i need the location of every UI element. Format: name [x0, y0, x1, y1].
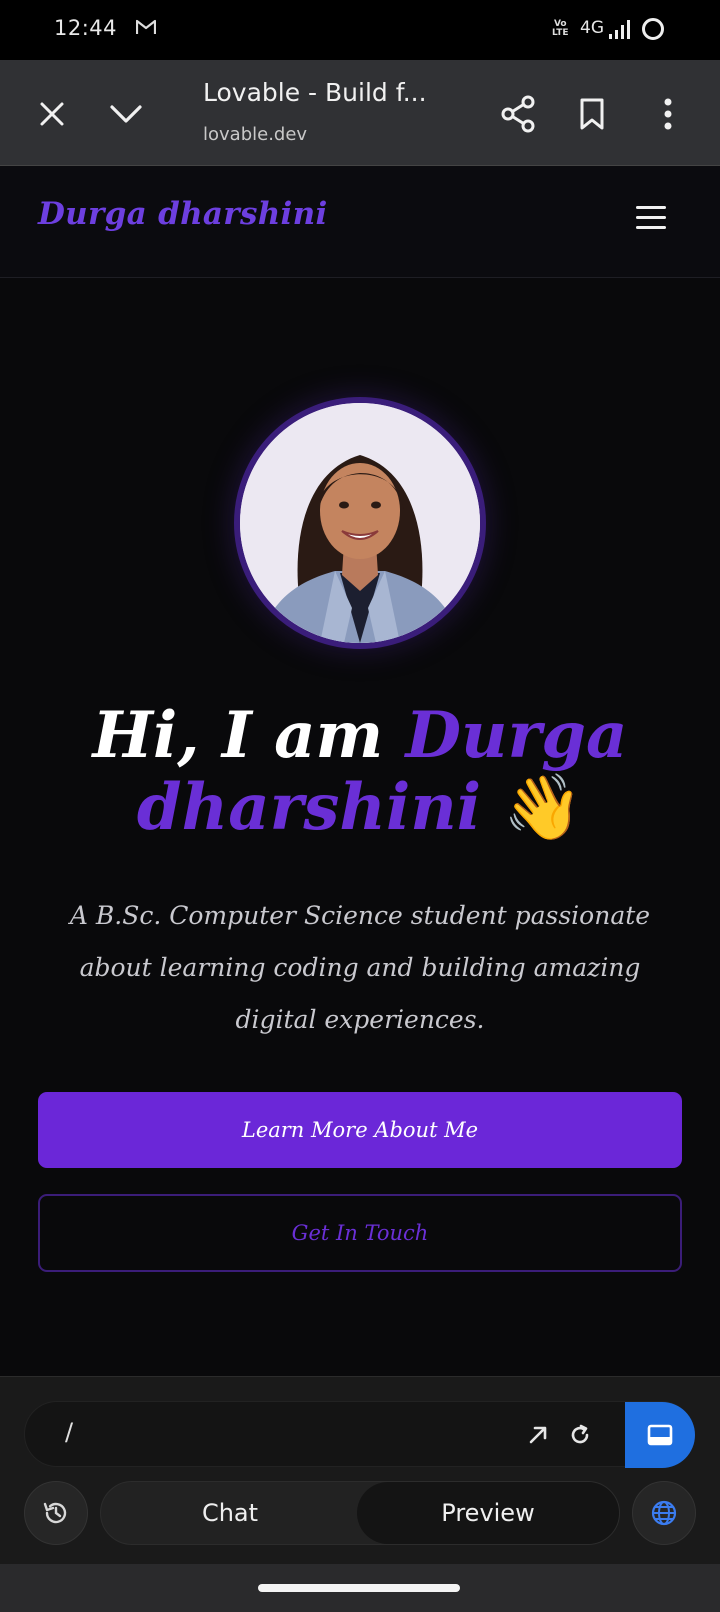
waving-hand-emoji: 👋 — [503, 770, 584, 845]
refresh-icon[interactable] — [565, 1420, 595, 1450]
path-text: / — [65, 1418, 74, 1446]
page-url: lovable.dev — [203, 124, 308, 145]
hero-description: A B.Sc. Computer Science student passion… — [69, 901, 651, 1034]
device-view-toggle[interactable] — [625, 1402, 695, 1468]
device-icon — [647, 1424, 673, 1446]
tab-preview[interactable]: Preview — [357, 1482, 619, 1544]
bookmark-icon[interactable] — [572, 94, 612, 134]
hero-heading: Hi, I am Durga dharshini 👋 — [0, 700, 720, 844]
path-input[interactable]: / — [24, 1401, 695, 1468]
open-external-icon[interactable] — [523, 1420, 553, 1450]
history-icon — [43, 1502, 67, 1524]
close-icon[interactable] — [32, 94, 72, 134]
history-button[interactable] — [24, 1481, 88, 1545]
share-icon[interactable] — [498, 94, 538, 134]
more-vert-icon[interactable] — [648, 94, 688, 134]
battery-icon — [642, 18, 664, 40]
chevron-down-icon[interactable] — [106, 94, 146, 134]
profile-avatar — [234, 397, 486, 649]
status-time: 12:44 — [54, 16, 118, 40]
browser-toolbar: Lovable - Build f... lovable.dev — [0, 60, 720, 166]
publish-button[interactable] — [632, 1481, 696, 1545]
system-nav-bar — [0, 1564, 720, 1612]
site-brand[interactable]: Durga dharshini — [38, 196, 328, 232]
tab-chat[interactable]: Chat — [101, 1482, 359, 1544]
site-header: Durga dharshini — [0, 166, 720, 278]
status-bar: 12:44 Vo LTE 4G — [0, 0, 720, 60]
view-switcher: Chat Preview — [100, 1481, 620, 1545]
network-type: 4G — [580, 18, 604, 38]
hero-greeting: Hi, I am — [92, 698, 384, 773]
volte-indicator: Vo LTE — [552, 19, 569, 38]
hamburger-menu-icon[interactable] — [636, 206, 666, 232]
home-indicator[interactable] — [258, 1584, 460, 1592]
globe-icon — [651, 1500, 677, 1526]
signal-icon — [608, 18, 632, 44]
learn-more-button[interactable]: Learn More About Me — [38, 1092, 682, 1168]
get-in-touch-button[interactable]: Get In Touch — [38, 1194, 682, 1272]
page-title: Lovable - Build f... — [203, 78, 427, 107]
app-bottom-bar: / Chat Preview — [0, 1376, 720, 1564]
gmail-icon — [135, 18, 157, 40]
